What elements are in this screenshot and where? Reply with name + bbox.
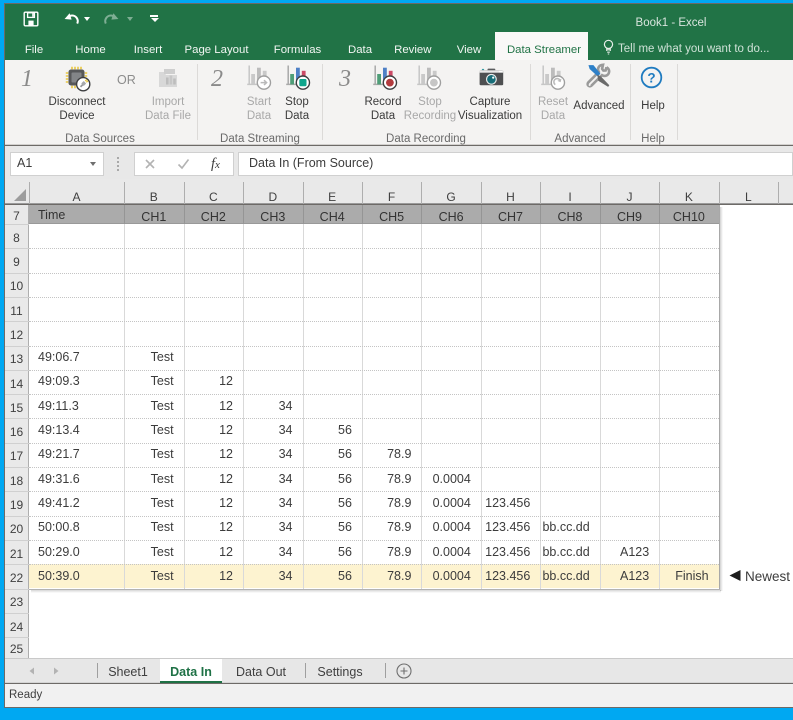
svg-text:?: ? — [647, 70, 655, 85]
